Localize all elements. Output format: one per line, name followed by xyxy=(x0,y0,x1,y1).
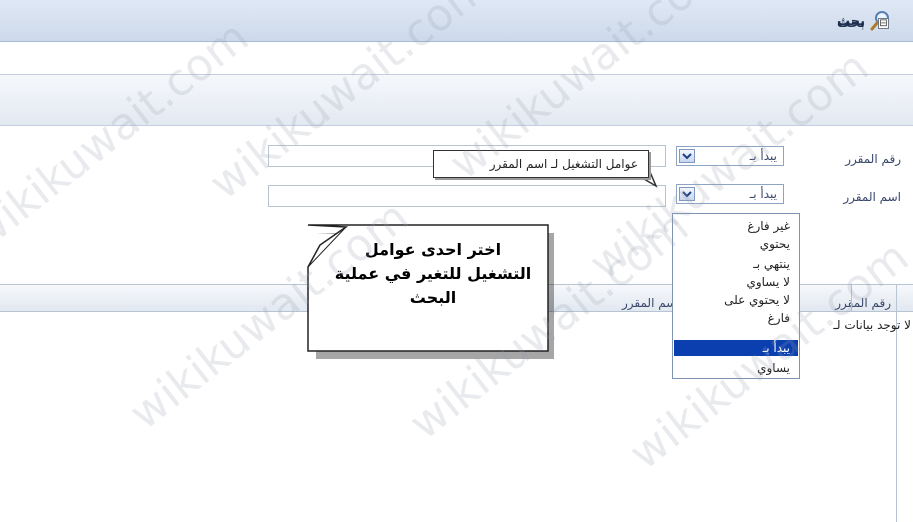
instruction-line: التشغيل للتغير في عملية xyxy=(334,264,532,283)
course-name-operator-select[interactable]: يبدأ بـ xyxy=(676,184,784,204)
column-header-course-number[interactable]: رقم المقرر xyxy=(835,296,891,310)
instruction-line: البحث xyxy=(409,288,457,307)
collapse-icon[interactable]: ⊟ xyxy=(878,18,889,29)
dropdown-option-starts-with[interactable]: يبدأ بـ xyxy=(674,340,798,356)
search-panel-header xyxy=(0,74,913,126)
operator-tooltip: عوامل التشغيل لـ اسم المقرر xyxy=(433,150,649,178)
top-header-bar xyxy=(0,0,913,42)
chevron-down-icon[interactable] xyxy=(679,149,695,163)
course-number-operator-value: يبدأ بـ xyxy=(749,149,777,163)
empty-results-message: لا توجد بيانات لـ xyxy=(833,318,911,332)
tooltip-text: عوامل التشغيل لـ اسم المقرر xyxy=(489,157,638,171)
dropdown-option-not-empty[interactable]: غير فارغ xyxy=(674,218,798,234)
course-name-field[interactable] xyxy=(268,185,666,207)
course-name-operator-value: يبدأ بـ xyxy=(749,187,777,201)
column-header-course-name[interactable]: اسم المقرر xyxy=(622,296,680,310)
watermark: wikikuwait.com xyxy=(0,11,259,260)
dropdown-option-contains[interactable]: يحتوي xyxy=(674,236,798,252)
search-panel-title: بحث xyxy=(836,16,865,31)
dropdown-option-ends-with[interactable]: ينتهي بـ xyxy=(674,256,798,272)
column-divider xyxy=(851,284,852,312)
dropdown-option-not-contains[interactable]: لا يحتوي على xyxy=(674,292,798,308)
instruction-text: اختر احدى عوامل التشغيل للتغير في عملية … xyxy=(318,238,548,310)
course-number-operator-select[interactable]: يبدأ بـ xyxy=(676,146,784,166)
dropdown-option-equals[interactable]: يساوي xyxy=(674,360,798,376)
course-number-label: رقم المقرر xyxy=(845,152,901,166)
dropdown-option-not-equal[interactable]: لا يساوي xyxy=(674,274,798,290)
instruction-line: اختر احدى عوامل xyxy=(364,240,502,259)
course-name-label: اسم المقرر xyxy=(843,190,901,204)
operator-dropdown-list[interactable]: غير فارغ يحتوي ينتهي بـ لا يساوي لا يحتو… xyxy=(672,213,800,379)
dropdown-option-empty[interactable]: فارغ xyxy=(674,310,798,326)
